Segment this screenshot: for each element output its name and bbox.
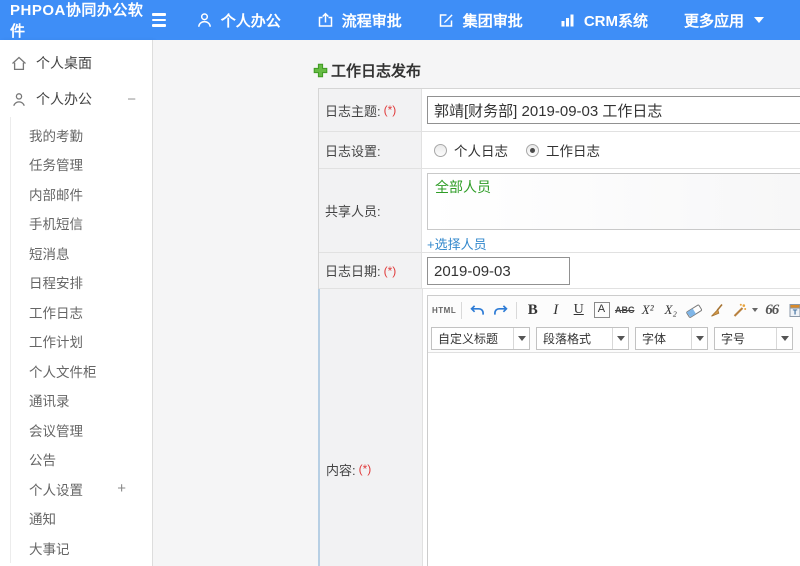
sidebar-item-personal-settings[interactable]: 个人设置 + [11,474,152,504]
font-size-select[interactable]: 字号 [714,326,793,350]
page-title: 工作日志发布 [313,60,421,81]
share-people-box[interactable]: 全部人员 [427,173,800,230]
editor-content-area[interactable] [428,352,800,566]
sidebar-item-schedule[interactable]: 日程安排 [11,268,152,298]
required-mark: (*) [358,462,372,476]
redo-button[interactable] [490,300,511,321]
strikethrough-button[interactable]: ABC [614,300,635,321]
radio-personal-log-label[interactable]: 个人日志 [454,140,508,160]
date-input[interactable] [427,257,570,285]
sidebar-item-internal-mail[interactable]: 内部邮件 [11,179,152,209]
superscript-button[interactable]: X² [637,300,658,321]
chevron-down-icon [514,335,529,341]
form-row-content: 内容: (*) HTML B I U A ABC X² X₂ 66 T 自定义标… [318,289,800,566]
sidebar-item-label: 个人办公 [36,91,92,107]
sidebar-item-meeting-management[interactable]: 会议管理 [11,415,152,445]
radio-work-log-label[interactable]: 工作日志 [546,140,600,160]
nav-label: 更多应用 [683,12,744,30]
bold-button[interactable]: B [522,300,543,321]
hamburger-menu-icon[interactable] [151,10,166,30]
form-row-share: 共享人员: 全部人员 +选择人员 [319,169,800,253]
main-content: 工作日志发布 日志主题: (*) 日志设置: 个人日志 [153,40,800,566]
chevron-down-icon [777,335,792,341]
nav-item-more-apps[interactable]: 更多应用 [684,10,764,31]
nav-label: 个人办公 [220,12,281,30]
group-approval-icon [438,12,455,28]
sidebar-item-short-message[interactable]: 短消息 [11,238,152,268]
autotypeset-button[interactable] [729,300,750,321]
editor-toolbar-row2: 自定义标题 段落格式 字体 字号 [428,324,800,352]
sidebar: 个人桌面 个人办公 − 我的考勤 任务管理 内部邮件 手机短信 短消息 日程安排… [0,40,153,566]
setting-label: 日志设置: [325,143,381,159]
sidebar-item-contacts[interactable]: 通讯录 [11,386,152,416]
underline-button[interactable]: U [568,300,589,321]
nav-label: 集团审批 [462,12,523,30]
radio-work-log[interactable] [526,143,539,157]
nav-item-flow-approval[interactable]: 流程审批 [317,10,402,31]
sidebar-item-work-log[interactable]: 工作日志 [11,297,152,327]
person-icon [11,92,27,107]
sidebar-item-personal-desktop[interactable]: 个人桌面 [0,45,152,81]
sidebar-item-attendance[interactable]: 我的考勤 [11,120,152,150]
chevron-down-icon [613,335,628,341]
paragraph-format-select[interactable]: 段落格式 [536,326,629,350]
eraser-button[interactable] [683,300,704,321]
italic-button[interactable]: I [545,300,566,321]
paste-text-button[interactable]: T [784,300,800,321]
sidebar-item-work-plan[interactable]: 工作计划 [11,327,152,357]
rich-text-editor: HTML B I U A ABC X² X₂ 66 T 自定义标题 段落格式 字… [427,295,800,566]
sidebar-item-file-cabinet[interactable]: 个人文件柜 [11,356,152,386]
sidebar-item-personal-office[interactable]: 个人办公 − [0,81,152,117]
nav-label: CRM系统 [583,12,648,30]
expand-icon[interactable]: + [117,480,152,497]
topbar: PHPOA协同办公软件 个人办公 流程审批 集团审批 CRM系统 更多应用 [0,0,800,40]
subject-label: 日志主题: [325,103,381,119]
svg-text:T: T [792,307,797,316]
font-family-select[interactable]: 字体 [635,326,708,350]
required-mark: (*) [383,263,397,278]
nav-item-crm[interactable]: CRM系统 [559,10,648,31]
chevron-down-icon [692,335,707,341]
format-brush-button[interactable] [706,300,727,321]
collapse-icon[interactable]: − [127,91,152,108]
font-color-button[interactable]: A [593,302,610,318]
editor-toolbar-row1: HTML B I U A ABC X² X₂ 66 T [428,296,800,324]
nav-item-group-approval[interactable]: 集团审批 [438,10,523,31]
blockquote-button[interactable]: 66 [761,300,782,321]
radio-personal-log[interactable] [434,143,447,157]
sidebar-item-task-management[interactable]: 任务管理 [11,150,152,180]
flow-approval-icon [317,12,334,28]
sidebar-submenu: 我的考勤 任务管理 内部邮件 手机短信 短消息 日程安排 工作日志 工作计划 个… [10,117,152,563]
form-row-setting: 日志设置: 个人日志 工作日志 [319,132,800,169]
sidebar-item-announcement[interactable]: 公告 [11,445,152,475]
work-log-form: 日志主题: (*) 日志设置: 个人日志 工作日志 [318,88,800,566]
form-row-date: 日志日期: (*) [319,253,800,289]
sidebar-item-memorabilia[interactable]: 大事记 [11,533,152,563]
top-nav: 个人办公 流程审批 集团审批 CRM系统 更多应用 [196,10,800,31]
user-icon [196,12,213,28]
autotypeset-caret-icon[interactable] [752,308,759,312]
html-source-button[interactable]: HTML [432,300,456,321]
subject-input[interactable] [427,96,800,124]
undo-button[interactable] [467,300,488,321]
page-title-text: 工作日志发布 [331,63,422,80]
required-mark: (*) [383,103,397,117]
form-row-subject: 日志主题: (*) [319,89,800,132]
home-icon [11,56,27,71]
sidebar-item-mobile-sms[interactable]: 手机短信 [11,209,152,239]
date-label: 日志日期: [325,264,381,279]
select-people-link[interactable]: +选择人员 [427,234,487,253]
nav-label: 流程审批 [341,12,402,30]
crm-chart-icon [559,12,576,28]
sidebar-item-label: 个人桌面 [36,55,92,71]
app-title: PHPOA协同办公软件 [10,2,144,40]
content-label: 内容: [326,462,356,478]
custom-title-select[interactable]: 自定义标题 [431,326,530,350]
share-label: 共享人员: [325,204,381,219]
add-plus-icon [313,63,328,78]
sidebar-item-notification[interactable]: 通知 [11,504,152,534]
nav-item-personal-office[interactable]: 个人办公 [196,10,281,31]
caret-down-icon [754,17,764,23]
subscript-button[interactable]: X₂ [660,300,681,321]
